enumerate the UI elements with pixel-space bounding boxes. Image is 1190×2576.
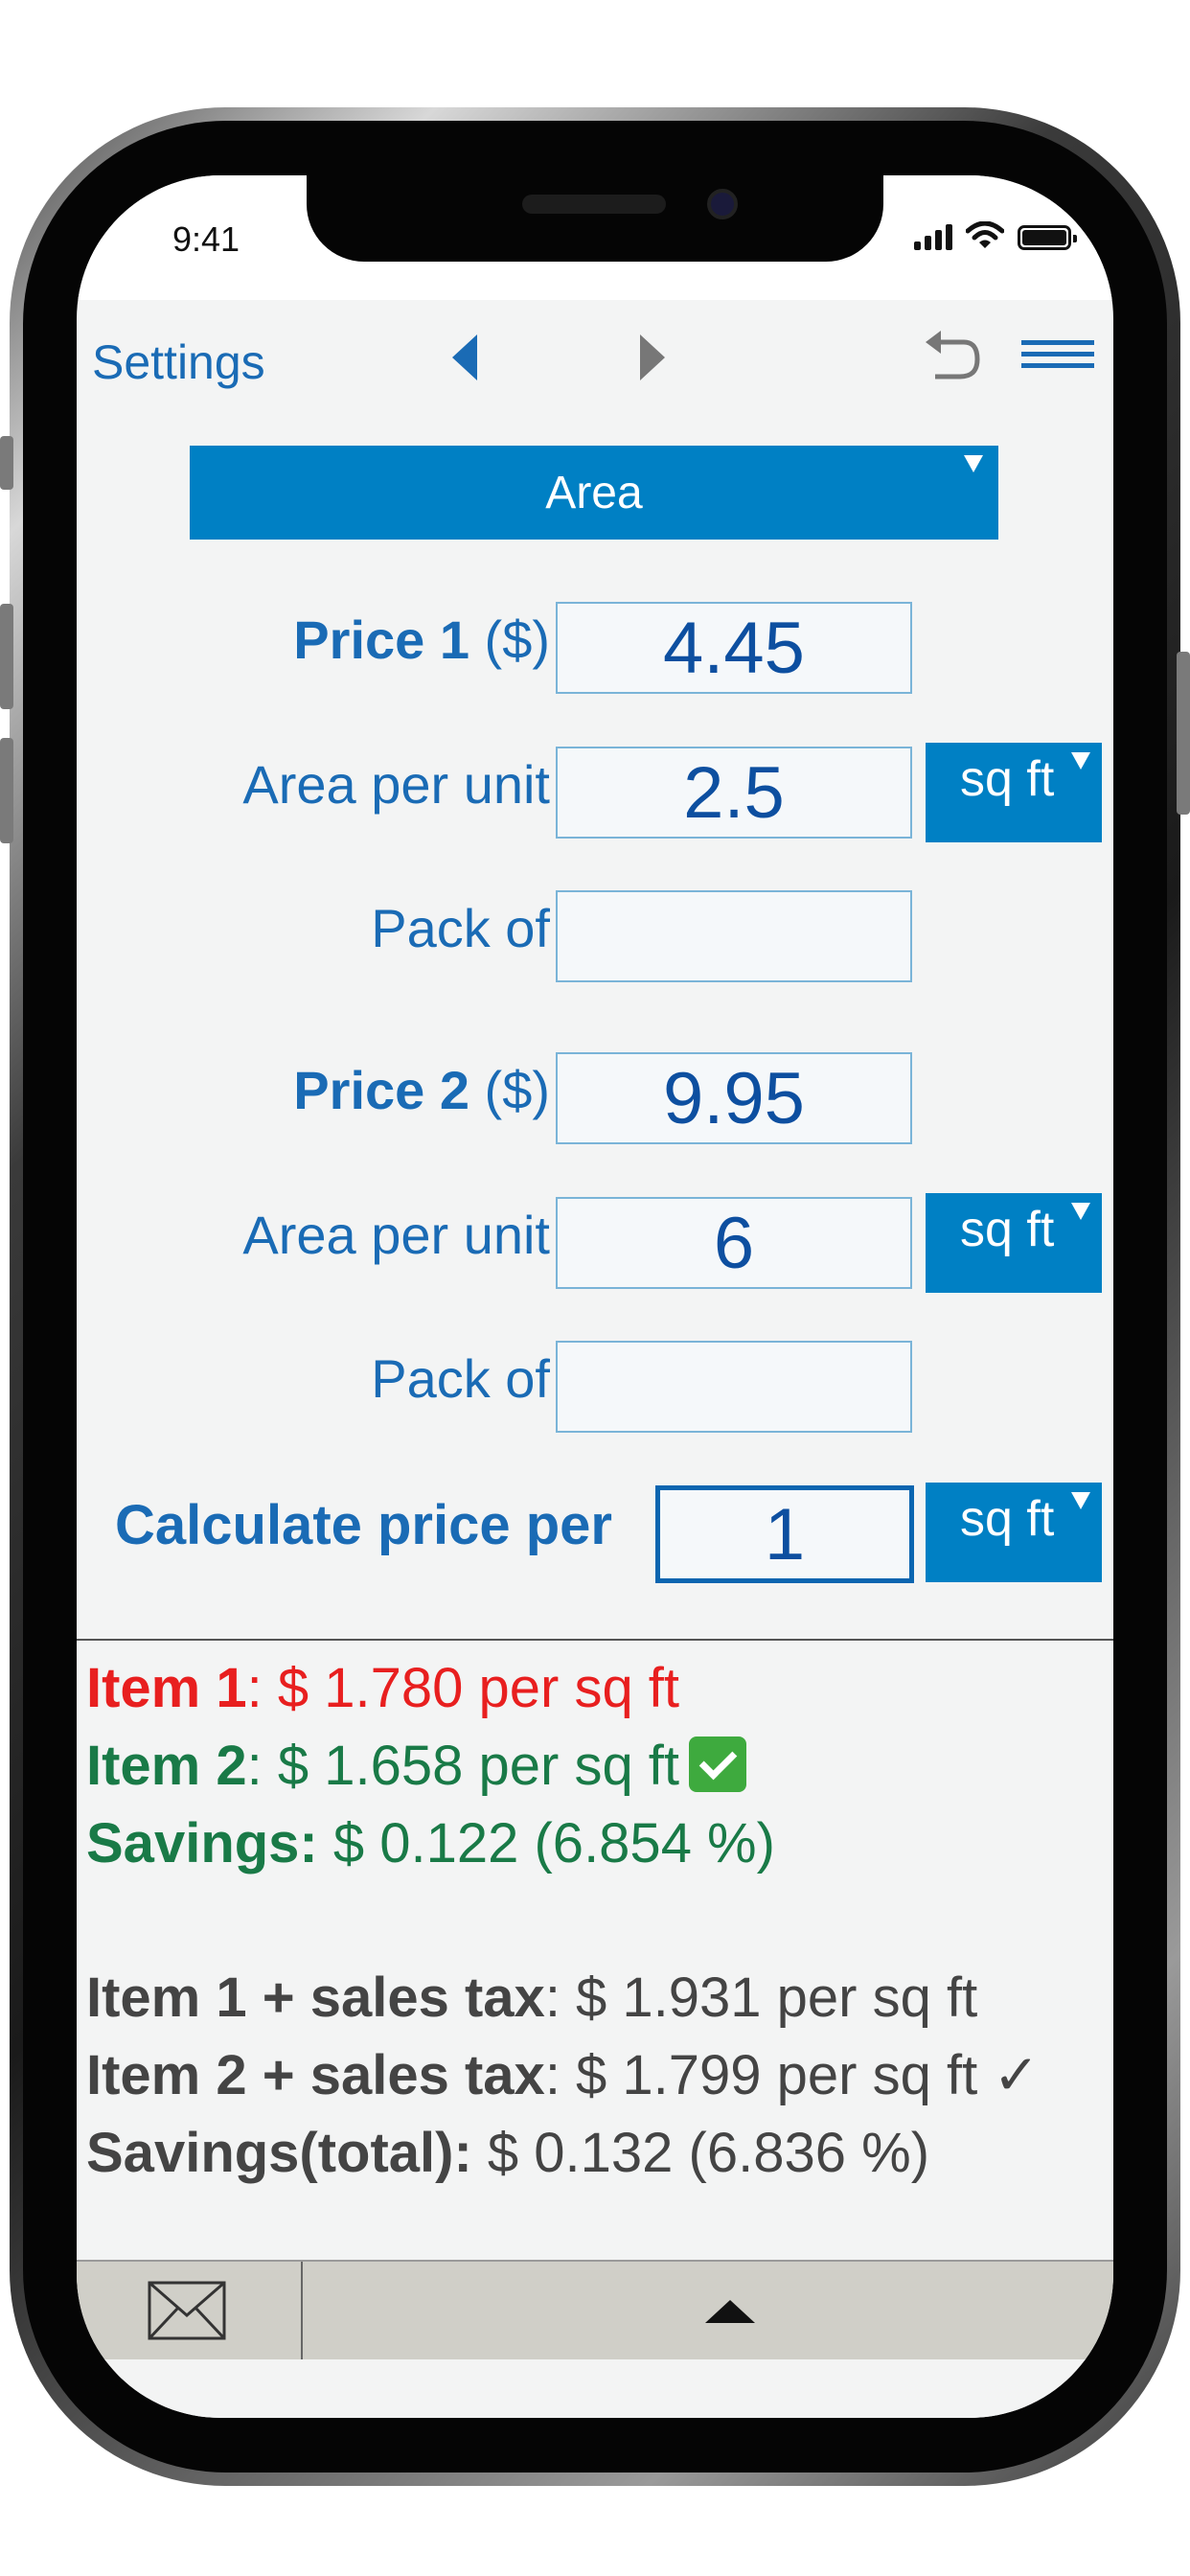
speaker-grille — [522, 195, 666, 214]
wifi-icon — [966, 221, 1004, 248]
cellular-signal-icon — [914, 223, 952, 250]
item1-tax-value: : $ 1.931 per sq ft — [544, 1966, 978, 2029]
expand-button[interactable] — [303, 2262, 1113, 2359]
volume-down-button — [0, 738, 13, 843]
item1-result-label: Item 1 — [86, 1657, 247, 1719]
price2-label-unit: ($) — [469, 1060, 550, 1120]
battery-icon — [1018, 225, 1077, 250]
chevron-down-icon — [964, 455, 983, 472]
pack1-label: Pack of — [371, 898, 550, 958]
home-indicator-area — [77, 2359, 1113, 2418]
app-screen: 9:41 Settings Area Price 1 ($) 4.45 Area… — [77, 175, 1113, 2418]
price2-input[interactable]: 9.95 — [556, 1052, 912, 1144]
item1-tax-label: Item 1 + sales tax — [86, 1966, 545, 2029]
toolbar: Settings — [77, 300, 1113, 434]
undo-icon[interactable] — [918, 329, 981, 386]
results-panel: Item 1: $ 1.780 per sq ft Item 2: $ 1.65… — [86, 1649, 1113, 2192]
item2-tax-result: Item 2 + sales tax: $ 1.799 per sq ft ✓ — [86, 2036, 1113, 2114]
item1-result: Item 1: $ 1.780 per sq ft — [86, 1649, 1113, 1727]
previous-arrow-icon[interactable] — [452, 334, 477, 380]
calculate-unit-select[interactable]: sq ft — [926, 1483, 1102, 1582]
savings-result-label: Savings: — [86, 1812, 318, 1874]
notch — [307, 175, 883, 262]
category-select-value: Area — [545, 467, 643, 518]
settings-button[interactable]: Settings — [92, 334, 265, 390]
area1-label: Area per unit — [242, 754, 550, 815]
area2-unit-select[interactable]: sq ft — [926, 1193, 1102, 1293]
item2-result-label: Item 2 — [86, 1735, 247, 1797]
area1-input[interactable]: 2.5 — [556, 747, 912, 839]
pack2-label: Pack of — [371, 1348, 550, 1409]
area1-unit-select[interactable]: sq ft — [926, 743, 1102, 842]
calculate-per-label: Calculate price per — [115, 1494, 612, 1556]
price1-label-bold: Price 1 — [293, 610, 469, 670]
up-arrow-icon — [705, 2300, 755, 2323]
total-savings-value: $ 0.132 (6.836 %) — [471, 2122, 930, 2184]
price2-label-bold: Price 2 — [293, 1060, 469, 1120]
area2-input[interactable]: 6 — [556, 1197, 912, 1289]
price1-label-unit: ($) — [469, 610, 550, 670]
item2-result-value: : $ 1.658 per sq ft — [246, 1735, 680, 1797]
item2-result: Item 2: $ 1.658 per sq ft — [86, 1727, 1113, 1805]
category-select[interactable]: Area — [190, 446, 998, 540]
menu-icon[interactable] — [1021, 340, 1094, 375]
price2-label: Price 2 ($) — [293, 1059, 550, 1121]
area2-label: Area per unit — [242, 1205, 550, 1265]
total-savings-label: Savings(total): — [86, 2122, 472, 2184]
item1-result-value: : $ 1.780 per sq ft — [246, 1657, 680, 1719]
chevron-down-icon — [1071, 1492, 1090, 1509]
volume-up-button — [0, 604, 13, 709]
bottom-bar — [77, 2260, 1113, 2361]
item2-tax-label: Item 2 + sales tax — [86, 2044, 545, 2106]
next-arrow-icon[interactable] — [640, 334, 665, 380]
mute-switch — [0, 436, 13, 490]
price1-input[interactable]: 4.45 — [556, 602, 912, 694]
power-button — [1177, 652, 1190, 815]
item1-tax-result: Item 1 + sales tax: $ 1.931 per sq ft — [86, 1959, 1113, 2036]
check-box-icon — [689, 1736, 747, 1792]
mail-button[interactable] — [77, 2262, 303, 2359]
results-divider — [77, 1639, 1113, 1641]
total-savings-result: Savings(total): $ 0.132 (6.836 %) — [86, 2114, 1113, 2192]
mail-icon — [148, 2281, 226, 2340]
pack1-input[interactable] — [556, 890, 912, 982]
area2-unit-value: sq ft — [960, 1202, 1055, 1257]
price1-label: Price 1 ($) — [293, 609, 550, 671]
status-time: 9:41 — [172, 219, 240, 259]
status-bar: 9:41 — [77, 175, 1113, 300]
camera-icon — [707, 189, 738, 219]
item2-tax-value: : $ 1.799 per sq ft ✓ — [544, 2044, 1040, 2106]
area1-unit-value: sq ft — [960, 751, 1055, 807]
pack2-input[interactable] — [556, 1341, 912, 1433]
calculate-unit-value: sq ft — [960, 1491, 1055, 1547]
calculate-per-input[interactable]: 1 — [655, 1485, 914, 1583]
chevron-down-icon — [1071, 1203, 1090, 1220]
savings-result-value: $ 0.122 (6.854 %) — [317, 1812, 775, 1874]
savings-result: Savings: $ 0.122 (6.854 %) — [86, 1805, 1113, 1882]
status-icons — [914, 221, 1077, 250]
chevron-down-icon — [1071, 752, 1090, 770]
